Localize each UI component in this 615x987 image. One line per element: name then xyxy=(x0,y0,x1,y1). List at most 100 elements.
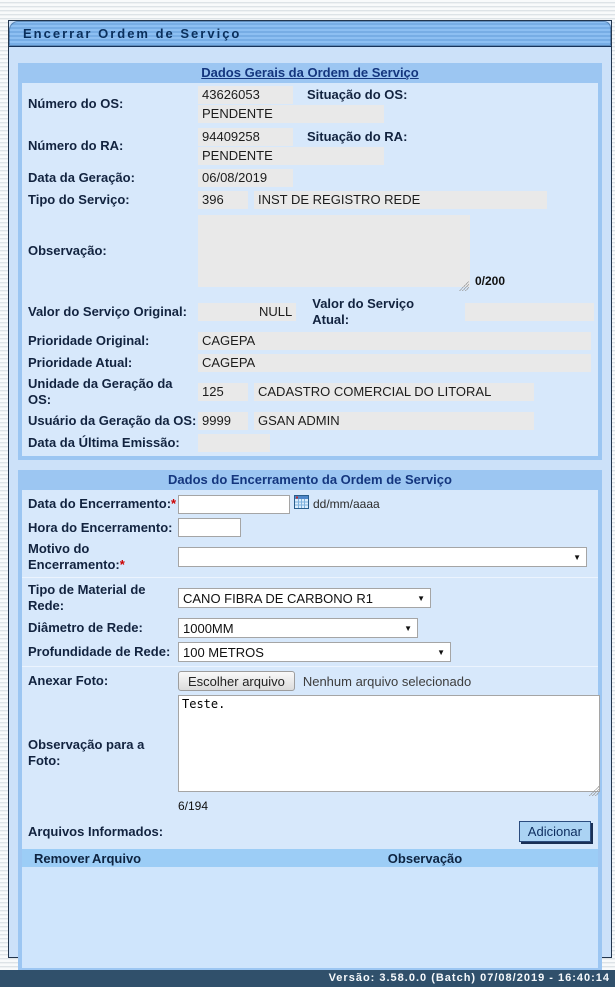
unidade-geracao-label: Unidade da Geração da OS: xyxy=(28,376,173,407)
situacao-ra-label: Situação do RA: xyxy=(307,128,408,144)
date-format-hint: dd/mm/aaaa xyxy=(313,497,380,511)
adicionar-button[interactable]: Adicionar xyxy=(518,821,591,842)
observacao-counter: 0/200 xyxy=(475,274,506,288)
obs-foto-textarea[interactable]: Teste. xyxy=(178,695,600,792)
field-row-tipo-material: Tipo de Material de Rede: CANO FIBRA DE … xyxy=(22,580,598,616)
field-row-numero-os: Número do OS: 43626053 Situação do OS: P… xyxy=(22,83,598,125)
field-row-data-encerramento: Data do Encerramento:* dd/mm/aaaa xyxy=(22,490,598,516)
numero-ra-label: Número do RA: xyxy=(28,138,124,153)
data-encerramento-label: Data do Encerramento: xyxy=(28,496,172,511)
tipo-servico-descricao: INST DE REGISTRO REDE xyxy=(254,191,547,209)
page-title: Encerrar Ordem de Serviço xyxy=(23,26,242,41)
field-row-unidade-geracao: Unidade da Geração da OS: 125 CADASTRO C… xyxy=(22,374,598,410)
col-header-arquivo: Arquivo xyxy=(92,850,142,866)
general-data-panel: Dados Gerais da Ordem de Serviço Número … xyxy=(18,63,602,460)
prioridade-atual-value: CAGEPA xyxy=(198,354,591,372)
situacao-os-value: PENDENTE xyxy=(198,104,384,123)
tipo-material-selected-value: CANO FIBRA DE CARBONO R1 xyxy=(183,590,373,606)
field-row-tipo-servico: Tipo do Serviço: 396 INST DE REGISTRO RE… xyxy=(22,189,598,211)
closing-data-panel: Dados do Encerramento da Ordem de Serviç… xyxy=(18,470,602,972)
required-asterisk: * xyxy=(119,557,125,572)
field-row-usuario-geracao: Usuário da Geração da OS: 9999 GSAN ADMI… xyxy=(22,410,598,432)
field-row-diametro: Diâmetro de Rede: 1000MM ▼ xyxy=(22,616,598,640)
profundidade-selected-value: 100 METROS xyxy=(183,644,264,660)
hora-encerramento-label: Hora do Encerramento: xyxy=(28,519,173,535)
prioridade-original-label: Prioridade Original: xyxy=(28,333,150,348)
group-divider xyxy=(22,666,598,667)
chevron-down-icon: ▼ xyxy=(404,624,412,633)
files-table: Remover Arquivo Observação xyxy=(22,849,598,968)
observacao-label: Observação: xyxy=(28,243,107,258)
usuario-descricao: GSAN ADMIN xyxy=(254,412,534,430)
resize-handle-icon[interactable] xyxy=(459,281,469,291)
footer-version-bar: Versão: 3.58.0.0 (Batch) 07/08/2019 - 16… xyxy=(0,970,615,987)
field-row-hora-encerramento: Hora do Encerramento: xyxy=(22,516,598,539)
tipo-servico-codigo: 396 xyxy=(198,191,248,209)
field-row-numero-ra: Número do RA: 94409258 Situação do RA: P… xyxy=(22,125,598,167)
closing-panel-header: Dados do Encerramento da Ordem de Serviç… xyxy=(21,470,599,490)
choose-file-button[interactable]: Escolher arquivo xyxy=(178,671,295,691)
diametro-label: Diâmetro de Rede: xyxy=(28,620,143,635)
obs-foto-counter-row: 6/194 xyxy=(22,799,598,815)
numero-ra-value: 94409258 xyxy=(198,127,293,146)
field-row-prioridade-original: Prioridade Original: CAGEPA xyxy=(22,330,598,352)
col-header-remover: Remover xyxy=(34,850,90,866)
numero-os-value: 43626053 xyxy=(198,85,293,104)
field-row-motivo-encerramento: Motivo do Encerramento:* ▼ xyxy=(22,539,598,575)
ultima-emissao-value xyxy=(198,434,270,452)
data-encerramento-input[interactable] xyxy=(178,494,290,514)
situacao-ra-value: PENDENTE xyxy=(198,146,384,165)
general-panel-header: Dados Gerais da Ordem de Serviço xyxy=(21,63,599,83)
situacao-os-label: Situação do OS: xyxy=(307,86,408,102)
main-content: Dados Gerais da Ordem de Serviço Número … xyxy=(9,47,611,987)
tipo-material-label: Tipo de Material de Rede: xyxy=(28,582,146,613)
field-row-observacao: Observação: 0/200 xyxy=(22,211,598,294)
group-divider xyxy=(22,577,598,578)
version-text: Versão: 3.58.0.0 (Batch) 07/08/2019 - 16… xyxy=(328,972,610,984)
usuario-codigo: 9999 xyxy=(198,412,248,430)
field-row-arquivos-informados: Arquivos Informados: Adicionar xyxy=(22,815,598,844)
calendar-icon[interactable] xyxy=(294,494,309,514)
field-row-valor-servico: Valor do Serviço Original: NULL Valor do… xyxy=(22,294,598,330)
diametro-selected-value: 1000MM xyxy=(183,620,234,636)
col-header-observacao: Observação xyxy=(387,850,463,866)
unidade-codigo: 125 xyxy=(198,383,248,401)
unidade-descricao: CADASTRO COMERCIAL DO LITORAL xyxy=(254,383,534,401)
resize-handle-icon[interactable] xyxy=(589,786,599,796)
valor-atual-value xyxy=(465,303,594,321)
hora-encerramento-input[interactable] xyxy=(178,518,241,537)
file-status-text: Nenhum arquivo selecionado xyxy=(302,673,472,689)
anexar-foto-label: Anexar Foto: xyxy=(28,673,109,688)
closing-panel-title: Dados do Encerramento da Ordem de Serviç… xyxy=(168,472,452,487)
field-row-anexar-foto: Anexar Foto: Escolher arquivo Nenhum arq… xyxy=(22,669,598,693)
obs-foto-counter: 6/194 xyxy=(178,799,209,813)
arquivos-informados-label: Arquivos Informados: xyxy=(28,823,164,839)
ultima-emissao-label: Data da Última Emissão: xyxy=(28,435,180,450)
required-asterisk: * xyxy=(171,496,177,511)
chevron-down-icon: ▼ xyxy=(417,594,425,603)
usuario-geracao-label: Usuário da Geração da OS: xyxy=(28,413,197,428)
page-title-bar: Encerrar Ordem de Serviço xyxy=(9,21,611,47)
files-table-header: Remover Arquivo Observação xyxy=(22,849,598,867)
field-row-data-geracao: Data da Geração: 06/08/2019 xyxy=(22,167,598,189)
files-table-body xyxy=(22,867,598,968)
prioridade-atual-label: Prioridade Atual: xyxy=(28,355,133,370)
field-row-obs-foto: Observação para a Foto: Teste. xyxy=(22,693,600,799)
profundidade-select[interactable]: 100 METROS ▼ xyxy=(178,642,451,662)
valor-original-value: NULL xyxy=(198,303,297,321)
tipo-servico-label: Tipo do Serviço: xyxy=(28,192,130,207)
valor-original-label: Valor do Serviço Original: xyxy=(28,304,187,319)
diametro-select[interactable]: 1000MM ▼ xyxy=(178,618,418,638)
valor-atual-label: Valor do Serviço Atual: xyxy=(312,296,415,327)
chevron-down-icon: ▼ xyxy=(573,553,581,562)
profundidade-label: Profundidade de Rede: xyxy=(28,644,171,659)
observacao-textarea xyxy=(198,215,470,287)
data-geracao-value: 06/08/2019 xyxy=(198,169,293,187)
tipo-material-select[interactable]: CANO FIBRA DE CARBONO R1 ▼ xyxy=(178,588,431,608)
data-geracao-label: Data da Geração: xyxy=(28,170,135,185)
field-row-ultima-emissao: Data da Última Emissão: xyxy=(22,432,598,456)
motivo-encerramento-select[interactable]: ▼ xyxy=(178,547,587,567)
app-window: Encerrar Ordem de Serviço Dados Gerais d… xyxy=(8,20,612,972)
general-panel-title: Dados Gerais da Ordem de Serviço xyxy=(201,65,419,80)
motivo-encerramento-label: Motivo do Encerramento: xyxy=(28,541,120,572)
